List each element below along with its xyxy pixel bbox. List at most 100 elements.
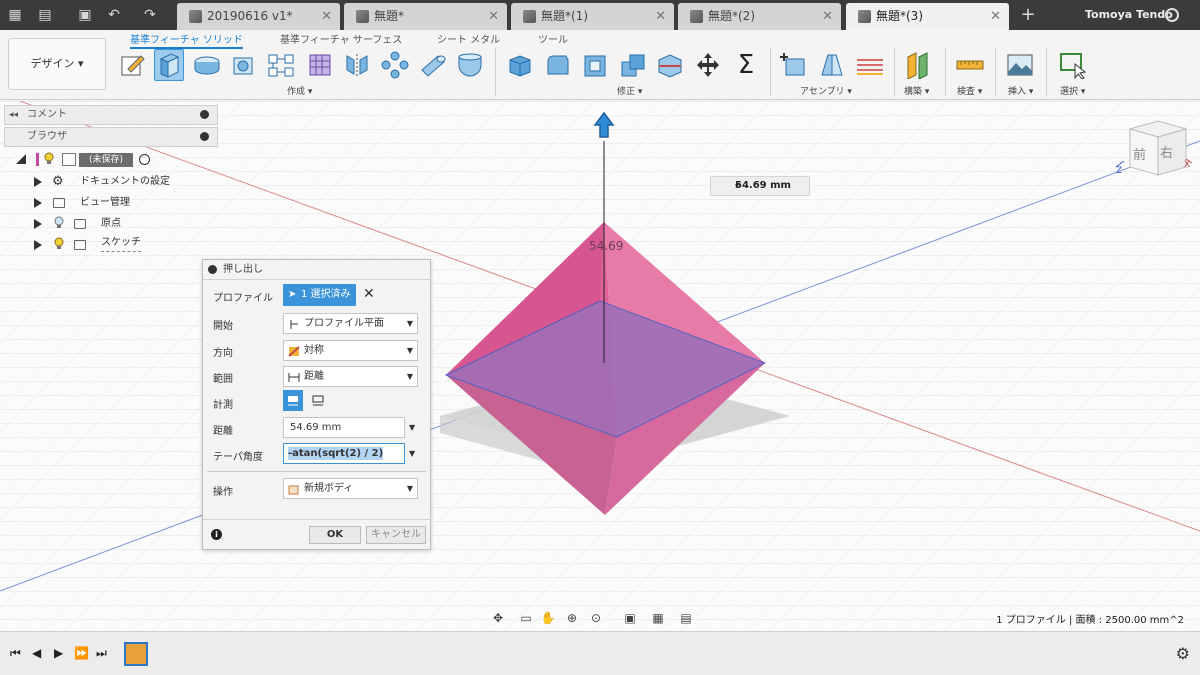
dialog-title-bar[interactable]: 押し出し [203, 260, 430, 280]
visibility-bulb-icon[interactable] [54, 237, 64, 250]
collapse-browser-icon[interactable] [200, 132, 209, 141]
expand-icon[interactable] [34, 219, 42, 229]
measure-option-1[interactable] [283, 390, 303, 411]
user-name[interactable]: Tomoya Tendo [1085, 0, 1173, 30]
new-component-tool[interactable] [779, 49, 809, 81]
measure-tool[interactable] [955, 49, 985, 81]
assemble-group-menu[interactable]: アセンブリ ▾ [800, 84, 852, 97]
look-at-icon[interactable]: ▭ [518, 610, 534, 626]
start-select[interactable]: プロファイル平面 ▼ [283, 313, 418, 334]
tab-document-3[interactable]: 無題*(1) ✕ [511, 3, 674, 30]
combine-tool[interactable] [618, 49, 648, 81]
browser-panel-header[interactable]: ブラウザ [4, 127, 218, 147]
add-tab-button[interactable]: + [1018, 5, 1038, 25]
revolve-tool[interactable] [192, 49, 222, 81]
viewports-icon[interactable]: ▤ [678, 610, 694, 626]
viewcube-right-label[interactable]: 右 [1160, 146, 1173, 161]
timeline-start-icon[interactable]: ⏮ [10, 646, 21, 661]
tab-close-icon[interactable]: ✕ [321, 3, 332, 30]
replace-face-tool[interactable] [655, 49, 685, 81]
pattern-tool[interactable] [380, 49, 410, 81]
tab-close-icon[interactable]: ✕ [822, 3, 833, 30]
browser-item-sketches[interactable]: スケッチ [34, 235, 184, 255]
settings-gear-icon[interactable]: ⚙ [1176, 644, 1190, 663]
cancel-button[interactable]: キャンセル [366, 526, 426, 544]
as-built-joint-tool[interactable] [855, 49, 885, 81]
timeline-sketch-feature[interactable] [124, 642, 148, 666]
collapse-dialog-icon[interactable] [208, 265, 217, 274]
activate-radio-icon[interactable] [139, 154, 150, 165]
tab-document-1[interactable]: 20190616 v1* ✕ [177, 3, 340, 30]
ribbon-tab-solid[interactable]: 基準フィーチャ ソリッド [130, 31, 243, 49]
insert-image-tool[interactable] [1005, 49, 1035, 81]
operation-select[interactable]: 新規ボディ ▼ [283, 478, 418, 499]
expand-root-icon[interactable] [16, 154, 26, 164]
move-tool[interactable] [693, 49, 723, 81]
press-pull-tool[interactable] [505, 49, 535, 81]
workspace-switcher-button[interactable]: デザイン ▾ [8, 38, 106, 90]
tab-document-active[interactable]: 無題*(3) ✕ [846, 3, 1009, 30]
mirror-tool[interactable] [342, 49, 372, 81]
select-tool[interactable] [1058, 49, 1088, 81]
zoom-icon[interactable]: ⊕ [564, 610, 580, 626]
app-grid-icon[interactable]: ▦ [5, 5, 25, 25]
profile-selection-button[interactable]: ➤ 1 選択済み [283, 284, 356, 306]
file-menu-icon[interactable]: ▤ [35, 5, 55, 25]
distance-input[interactable]: 54.69 mm [283, 417, 405, 438]
extrude-tool[interactable] [154, 49, 184, 81]
add-comment-icon[interactable] [200, 110, 209, 119]
construct-group-menu[interactable]: 構築 ▾ [904, 84, 929, 97]
sweep-tool[interactable] [228, 49, 258, 81]
pan-hand-icon[interactable]: ✋ [540, 610, 556, 626]
distance-manipulator-input[interactable]: 54.69 mm ▾ [710, 176, 810, 196]
fillet-tool[interactable] [543, 49, 573, 81]
grid-settings-icon[interactable]: ▦ [650, 610, 666, 626]
joint-tool[interactable] [817, 49, 847, 81]
ribbon-tab-sheet-metal[interactable]: シート メタル [437, 31, 500, 46]
expand-icon[interactable] [34, 198, 42, 208]
timeline-play-icon[interactable]: ▶ [54, 646, 63, 660]
timeline-end-icon[interactable]: ⏭ [96, 646, 107, 661]
visibility-bulb-icon[interactable] [54, 216, 64, 229]
ribbon-tab-tools[interactable]: ツール [538, 31, 568, 46]
taper-angle-input[interactable]: -atan(sqrt(2) / 2) [283, 443, 405, 464]
insert-group-menu[interactable]: 挿入 ▾ [1008, 84, 1033, 97]
select-group-menu[interactable]: 選択 ▾ [1060, 84, 1085, 97]
tab-document-4[interactable]: 無題*(2) ✕ [678, 3, 841, 30]
redo-icon[interactable]: ↷ [140, 5, 160, 25]
expand-icon[interactable] [34, 240, 42, 250]
tab-close-icon[interactable]: ✕ [990, 3, 1001, 30]
modify-group-menu[interactable]: 修正 ▾ [617, 84, 642, 97]
extent-select[interactable]: 距離 ▼ [283, 366, 418, 387]
chevron-down-icon[interactable]: ▼ [409, 449, 415, 458]
clear-selection-icon[interactable]: ✕ [363, 286, 375, 302]
ribbon-tab-surface[interactable]: 基準フィーチャ サーフェス [280, 31, 402, 46]
tab-document-2[interactable]: 無題* ✕ [344, 3, 507, 30]
create-sketch-tool[interactable] [117, 49, 147, 81]
job-status-icon[interactable] [1165, 8, 1179, 22]
offset-plane-tool[interactable] [903, 49, 933, 81]
tab-close-icon[interactable]: ✕ [655, 3, 666, 30]
create-group-menu[interactable]: 作成 ▾ [287, 84, 312, 97]
parameters-tool[interactable]: Σ [731, 49, 761, 81]
loft-tool[interactable] [266, 49, 296, 81]
collapse-icon[interactable]: ◂◂ [9, 106, 18, 124]
browser-item-named-views[interactable]: ビュー管理 [34, 193, 184, 213]
browser-item-document-settings[interactable]: ⚙ ドキュメントの設定 [34, 172, 184, 192]
timeline-forward-icon[interactable]: ⏩ [74, 646, 89, 660]
browser-item-origin[interactable]: 原点 [34, 214, 184, 234]
tab-close-icon[interactable]: ✕ [488, 3, 499, 30]
hole-tool[interactable] [455, 49, 485, 81]
taper-angle-value[interactable]: -atan(sqrt(2) / 2) [288, 447, 384, 460]
fit-icon[interactable]: ⊙ [588, 610, 604, 626]
viewcube-front-label[interactable]: 前 [1133, 147, 1146, 163]
info-icon[interactable]: i [211, 529, 222, 540]
timeline-back-icon[interactable]: ◀ [32, 646, 41, 660]
pipe-tool[interactable] [418, 49, 448, 81]
ok-button[interactable]: OK [309, 526, 361, 544]
direction-select[interactable]: 対称 ▼ [283, 340, 418, 361]
browser-root-row[interactable]: (未保存) [16, 150, 156, 170]
3d-viewport[interactable]: 54.69 前 右 Z X ◂◂ コメント ブラウザ (未保存) ⚙ ドキュメン… [0, 101, 1200, 631]
chevron-down-icon[interactable]: ▾ [735, 181, 805, 190]
chevron-down-icon[interactable]: ▼ [409, 423, 415, 432]
